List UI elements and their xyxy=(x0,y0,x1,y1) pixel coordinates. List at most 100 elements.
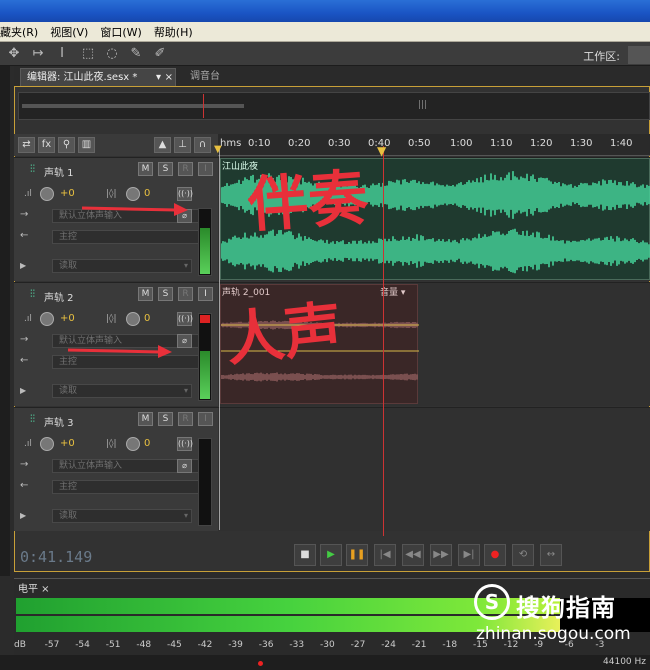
track-name[interactable]: 声轨 2 xyxy=(44,289,74,304)
track-name[interactable]: 声轨 1 xyxy=(44,164,74,179)
input-monitor-icon[interactable]: ⊥ xyxy=(174,137,191,153)
metronome-icon[interactable]: ▲ xyxy=(154,137,171,153)
stereo-icon[interactable]: ((·)) xyxy=(177,312,192,326)
record-arm-button[interactable]: R xyxy=(178,412,193,426)
brush-tool-icon[interactable]: ✎ xyxy=(128,46,144,62)
phase-invert-icon[interactable]: ⌀ xyxy=(177,459,192,473)
output-select[interactable]: 主控▸ xyxy=(52,230,206,244)
sample-rate: 44100 Hz xyxy=(603,657,646,667)
expand-icon[interactable]: ▶ xyxy=(20,386,26,395)
workspace-dropdown[interactable] xyxy=(628,46,650,64)
sends-icon[interactable]: ⚲ xyxy=(58,137,75,153)
watermark-url: zhinan.sogou.com xyxy=(476,624,631,644)
track-lane-3[interactable] xyxy=(218,407,650,531)
monitor-input-button[interactable]: I xyxy=(198,162,213,176)
start-marker-icon[interactable]: ▼ xyxy=(214,144,222,155)
level-panel-tab[interactable]: 电平 × xyxy=(18,580,50,595)
ruler-label: 1:10 xyxy=(490,138,512,149)
phase-invert-icon[interactable]: ⌀ xyxy=(177,334,192,348)
solo-button[interactable]: S xyxy=(158,287,173,301)
overview-zoom-bar[interactable] xyxy=(22,104,244,108)
output-label: 主控 xyxy=(59,482,77,492)
play-button[interactable]: ▶ xyxy=(320,544,342,566)
skip-forward-icon[interactable]: ▶| xyxy=(458,544,480,566)
track-header-1: ⫶⫶ 声轨 1 M S R I .ıl +0 |◊| 0 ((·)) → 默认立… xyxy=(14,157,218,281)
solo-button[interactable]: S xyxy=(158,412,173,426)
left-dock-gutter xyxy=(0,66,10,576)
track-name[interactable]: 声轨 3 xyxy=(44,414,74,429)
record-arm-button[interactable]: R xyxy=(178,287,193,301)
pause-button[interactable]: ❚❚ xyxy=(346,544,368,566)
mute-button[interactable]: M xyxy=(138,287,153,301)
solo-button[interactable]: S xyxy=(158,162,173,176)
monitor-input-button[interactable]: I xyxy=(198,412,213,426)
mute-button[interactable]: M xyxy=(138,412,153,426)
skip-selection-icon[interactable]: ↔ xyxy=(540,544,562,566)
playhead[interactable] xyxy=(383,146,384,536)
db-tick-label: -24 xyxy=(381,640,396,650)
record-arm-button[interactable]: R xyxy=(178,162,193,176)
volume-knob[interactable] xyxy=(40,187,54,201)
mute-button[interactable]: M xyxy=(138,162,153,176)
volume-value[interactable]: +0 xyxy=(60,188,75,199)
volume-knob[interactable] xyxy=(40,437,54,451)
window-title-bar xyxy=(0,0,650,22)
record-button[interactable]: ● xyxy=(484,544,506,566)
spot-heal-icon[interactable]: ✐ xyxy=(152,46,168,62)
overview-playhead xyxy=(203,94,204,118)
expand-icon[interactable]: ▶ xyxy=(20,511,26,520)
track-controls-toolbar: ⇄ fx ⚲ ▥ ▲ ⊥ ∩ xyxy=(14,134,218,156)
playhead-handle-icon[interactable]: ▼ xyxy=(377,144,386,158)
output-select[interactable]: 主控▸ xyxy=(52,480,206,494)
stereo-icon[interactable]: ((·)) xyxy=(177,437,192,451)
eq-icon[interactable]: ▥ xyxy=(78,137,95,153)
lasso-tool-icon[interactable]: ◌ xyxy=(104,46,120,62)
automation-label: 读取 xyxy=(59,386,77,396)
db-tick-label: -33 xyxy=(289,640,304,650)
menu-view[interactable]: 视图(V) xyxy=(50,24,88,40)
tab-menu-icon[interactable]: ▾ xyxy=(156,69,161,87)
expand-icon[interactable]: ▶ xyxy=(20,261,26,270)
volume-value[interactable]: +0 xyxy=(60,313,75,324)
razor-tool-icon[interactable]: Ⅰ xyxy=(54,46,70,62)
chevron-down-icon: ▾ xyxy=(184,385,188,397)
close-icon[interactable]: × xyxy=(165,69,173,87)
ruler-label: 0:10 xyxy=(248,138,270,149)
skip-back-icon[interactable]: |◀ xyxy=(374,544,396,566)
automation-select[interactable]: 读取 ▾ xyxy=(52,509,192,523)
waveform-icon: ⫶⫶ xyxy=(30,289,35,300)
pan-value[interactable]: 0 xyxy=(144,313,150,324)
time-selection-icon[interactable]: ↦ xyxy=(30,46,46,62)
menu-help[interactable]: 帮助(H) xyxy=(154,24,193,40)
fast-forward-icon[interactable]: ▶▶ xyxy=(430,544,452,566)
db-tick-label: -30 xyxy=(320,640,335,650)
rewind-icon[interactable]: ◀◀ xyxy=(402,544,424,566)
time-ruler[interactable]: hms 0:10 0:20 0:30 0:40 0:50 1:00 1:10 1… xyxy=(218,134,650,156)
volume-knob[interactable] xyxy=(40,312,54,326)
tab-editor[interactable]: 编辑器: 江山此夜.sesx * ▾ × xyxy=(20,68,176,86)
output-label: 主控 xyxy=(59,232,77,242)
pan-knob[interactable] xyxy=(126,437,140,451)
menu-favorites[interactable]: 藏夹(R) xyxy=(0,24,38,40)
volume-value[interactable]: +0 xyxy=(60,438,75,449)
move-tool-icon[interactable]: ✥ xyxy=(6,46,22,62)
tab-mixer[interactable]: 调音台 xyxy=(184,68,236,86)
stop-button[interactable]: ■ xyxy=(294,544,316,566)
effects-icon[interactable]: fx xyxy=(38,137,55,153)
headphones-icon[interactable]: ∩ xyxy=(194,137,211,153)
inputs-outputs-icon[interactable]: ⇄ xyxy=(18,137,35,153)
ruler-label: 1:00 xyxy=(450,138,472,149)
automation-select[interactable]: 读取 ▾ xyxy=(52,259,192,273)
pan-value[interactable]: 0 xyxy=(144,438,150,449)
loop-icon[interactable]: ⟲ xyxy=(512,544,534,566)
overview-grip-icon[interactable]: ||| xyxy=(418,100,427,110)
db-tick-label: -18 xyxy=(442,640,457,650)
output-arrow-icon: ← xyxy=(20,480,28,491)
ruler-label: 1:40 xyxy=(610,138,632,149)
menu-window[interactable]: 窗口(W) xyxy=(100,24,141,40)
pan-knob[interactable] xyxy=(126,312,140,326)
marquee-tool-icon[interactable]: ⬚ xyxy=(80,46,96,62)
automation-select[interactable]: 读取 ▾ xyxy=(52,384,192,398)
monitor-input-button[interactable]: I xyxy=(198,287,213,301)
menu-bar: 藏夹(R) 视图(V) 窗口(W) 帮助(H) xyxy=(0,22,650,42)
